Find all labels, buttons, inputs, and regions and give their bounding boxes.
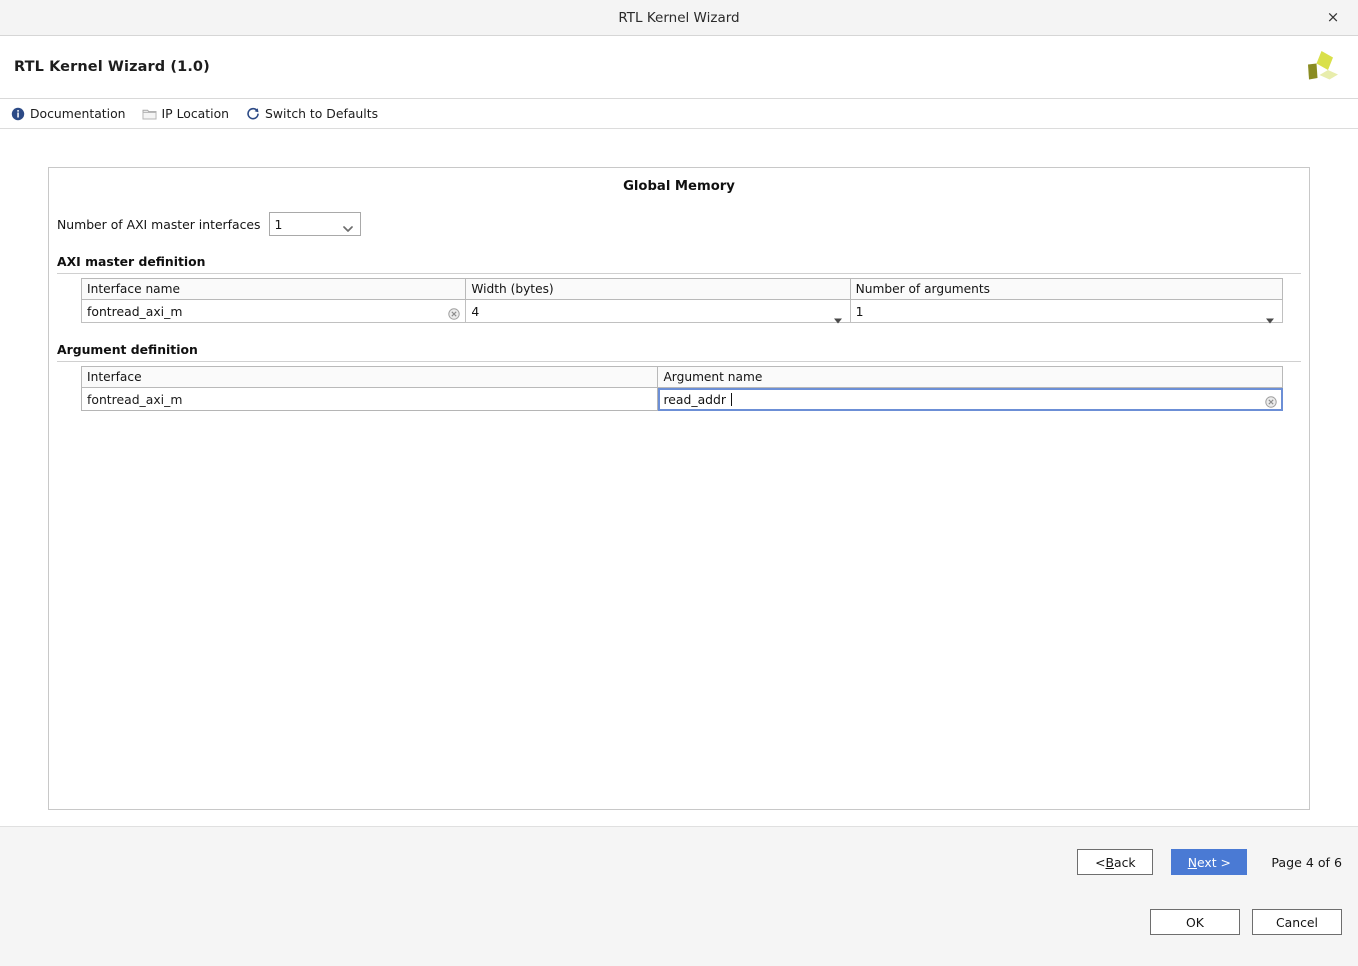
back-label-post: ack xyxy=(1114,855,1136,870)
caret-down-icon xyxy=(1266,309,1274,314)
toolbar: Documentation IP Location Switch to Defa… xyxy=(0,99,1358,129)
back-button[interactable]: < Back xyxy=(1077,849,1153,875)
clear-icon[interactable] xyxy=(448,305,460,317)
next-button[interactable]: Next > xyxy=(1171,849,1247,875)
argument-definition-table: Interface Argument name fontread_axi_m r… xyxy=(81,366,1283,411)
window-titlebar: RTL Kernel Wizard × xyxy=(0,0,1358,36)
panel-title: Global Memory xyxy=(49,179,1309,194)
column-header-number-of-arguments: Number of arguments xyxy=(850,279,1282,300)
axi-master-count-label: Number of AXI master interfaces xyxy=(57,217,261,232)
column-header-interface: Interface xyxy=(82,367,658,388)
back-label-key: B xyxy=(1105,855,1114,870)
axi-master-definition-heading: AXI master definition xyxy=(57,254,1309,269)
refresh-icon xyxy=(245,106,260,121)
axi-master-definition-rule xyxy=(57,273,1301,274)
xilinx-logo-icon xyxy=(1302,46,1344,88)
cancel-button[interactable]: Cancel xyxy=(1252,909,1342,935)
column-header-interface-name: Interface name xyxy=(82,279,466,300)
clear-icon[interactable] xyxy=(1265,393,1277,405)
cell-number-of-arguments[interactable]: 1 xyxy=(850,300,1282,323)
toolbar-label-documentation: Documentation xyxy=(30,106,126,121)
folder-icon xyxy=(142,106,157,121)
info-icon xyxy=(10,106,25,121)
page-title: RTL Kernel Wizard (1.0) xyxy=(14,59,210,75)
axi-master-count-value: 1 xyxy=(275,217,283,232)
table-row: fontread_axi_m 4 xyxy=(82,300,1283,323)
cell-number-of-arguments-value: 1 xyxy=(851,304,869,319)
next-label-key: N xyxy=(1188,855,1197,870)
cell-width-bytes-value: 4 xyxy=(466,304,484,319)
global-memory-panel: Global Memory Number of AXI master inter… xyxy=(48,167,1310,810)
wizard-nav: < Back Next > Page 4 of 6 xyxy=(1077,849,1342,875)
toolbar-item-documentation[interactable]: Documentation xyxy=(10,106,126,121)
next-label-post: ext > xyxy=(1197,855,1231,870)
cell-interface-name-value: fontread_axi_m xyxy=(82,304,187,319)
table-row: fontread_axi_m read_addr xyxy=(82,388,1283,411)
cell-interface-name[interactable]: fontread_axi_m xyxy=(82,300,466,323)
dialog-footer: < Back Next > Page 4 of 6 OK Cancel xyxy=(0,827,1358,966)
table-header-row: Interface name Width (bytes) Number of a… xyxy=(82,279,1283,300)
cell-argument-name[interactable]: read_addr xyxy=(658,388,1283,411)
column-header-argument-name: Argument name xyxy=(658,367,1283,388)
cell-argument-name-value: read_addr xyxy=(658,392,731,407)
toolbar-item-switch-to-defaults[interactable]: Switch to Defaults xyxy=(245,106,378,121)
toolbar-label-switch-to-defaults: Switch to Defaults xyxy=(265,106,378,121)
caret-down-icon xyxy=(834,309,842,314)
dialog-actions: OK Cancel xyxy=(1150,909,1342,935)
column-header-width-bytes: Width (bytes) xyxy=(466,279,850,300)
toolbar-item-ip-location[interactable]: IP Location xyxy=(142,106,229,121)
text-cursor xyxy=(731,393,732,406)
back-label-pre: < xyxy=(1095,855,1105,870)
cell-argument-interface-value: fontread_axi_m xyxy=(82,392,187,407)
app-header: RTL Kernel Wizard (1.0) xyxy=(0,36,1358,99)
toolbar-label-ip-location: IP Location xyxy=(162,106,229,121)
axi-master-count-row: Number of AXI master interfaces 1 xyxy=(57,212,1309,236)
table-header-row: Interface Argument name xyxy=(82,367,1283,388)
axi-master-count-select[interactable]: 1 xyxy=(269,212,361,236)
workspace: Global Memory Number of AXI master inter… xyxy=(0,129,1358,827)
chevron-down-icon xyxy=(343,221,353,228)
argument-definition-rule xyxy=(57,361,1301,362)
ok-button[interactable]: OK xyxy=(1150,909,1240,935)
axi-master-definition-table: Interface name Width (bytes) Number of a… xyxy=(81,278,1283,323)
argument-definition-heading: Argument definition xyxy=(57,342,1309,357)
page-indicator: Page 4 of 6 xyxy=(1271,855,1342,870)
cell-argument-interface: fontread_axi_m xyxy=(82,388,658,411)
close-icon[interactable]: × xyxy=(1322,7,1344,29)
window-title: RTL Kernel Wizard xyxy=(618,10,739,26)
cell-width-bytes[interactable]: 4 xyxy=(466,300,850,323)
